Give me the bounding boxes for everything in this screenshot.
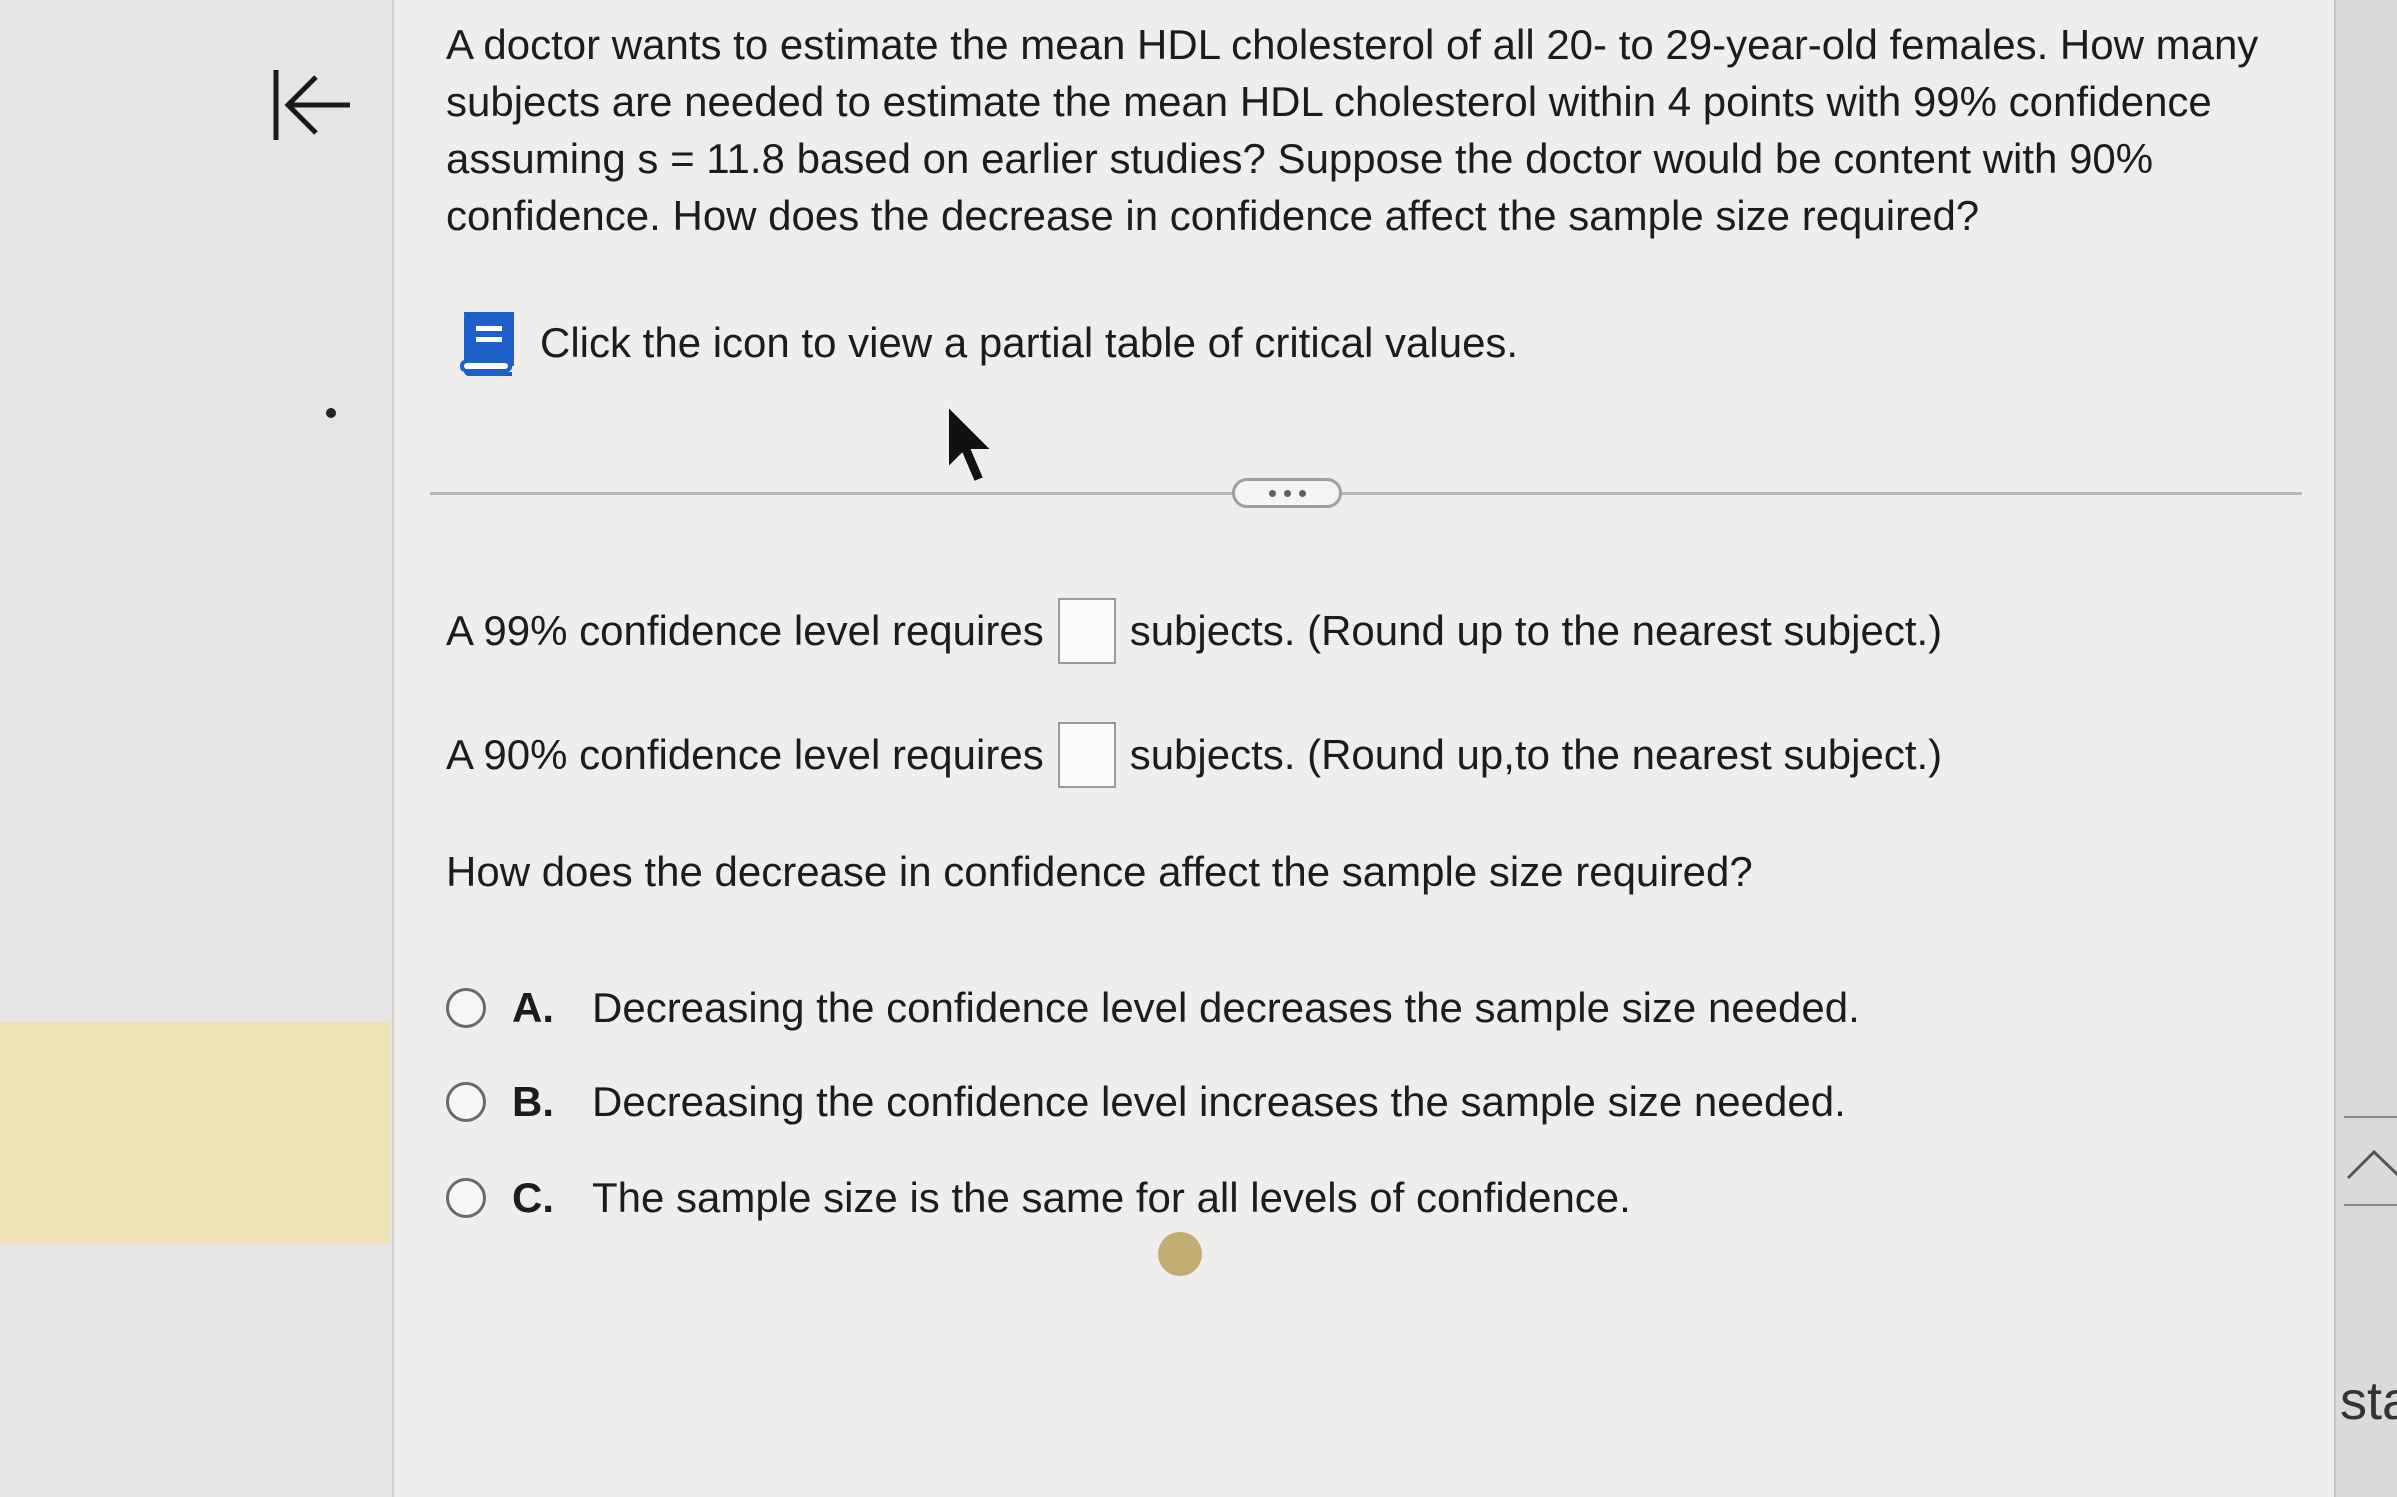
chevron-up-icon[interactable] bbox=[2344, 1116, 2397, 1206]
dot-icon bbox=[1268, 489, 1276, 497]
collapse-left-arrow-icon[interactable] bbox=[268, 60, 358, 150]
selected-item-highlight[interactable] bbox=[0, 1022, 390, 1244]
left-panel bbox=[0, 0, 394, 1497]
dot-icon bbox=[1298, 489, 1306, 497]
mouse-cursor-icon bbox=[947, 404, 995, 484]
question-paragraph: A doctor wants to estimate the mean HDL … bbox=[446, 21, 2259, 239]
radio-button[interactable] bbox=[446, 1082, 486, 1122]
bullet-dot bbox=[326, 408, 336, 418]
answer-row-90-prefix: A 90% confidence level requires bbox=[446, 731, 1044, 778]
option-c[interactable]: C. The sample size is the same for all l… bbox=[446, 1174, 1631, 1222]
screen-smudge bbox=[1158, 1232, 1202, 1276]
answer-row-99-suffix: subjects. (Round up to the nearest subje… bbox=[1129, 607, 1943, 654]
right-side-panel: sta bbox=[2334, 0, 2397, 1497]
critical-values-link[interactable]: Click the icon to view a partial table o… bbox=[454, 310, 1518, 376]
answer-row-99-prefix: A 99% confidence level requires bbox=[446, 607, 1044, 654]
option-letter: A. bbox=[512, 984, 554, 1031]
question-text: A doctor wants to estimate the mean HDL … bbox=[446, 16, 2286, 244]
question-panel: A doctor wants to estimate the mean HDL … bbox=[394, 0, 2334, 1497]
book-icon[interactable] bbox=[454, 310, 518, 376]
option-b[interactable]: B. Decreasing the confidence level incre… bbox=[446, 1078, 1846, 1126]
dot-icon bbox=[1283, 489, 1291, 497]
answer-row-90-suffix: subjects. (Round up,to the nearest subje… bbox=[1129, 731, 1943, 778]
option-a[interactable]: A. Decreasing the confidence level decre… bbox=[446, 984, 1860, 1032]
radio-button[interactable] bbox=[446, 1178, 486, 1218]
option-letter: C. bbox=[512, 1174, 554, 1221]
follow-up-prompt: How does the decrease in confidence affe… bbox=[446, 848, 1753, 895]
critical-values-link-text[interactable]: Click the icon to view a partial table o… bbox=[540, 319, 1518, 367]
option-text: Decreasing the confidence level increase… bbox=[592, 1078, 1846, 1125]
section-divider bbox=[430, 492, 2302, 495]
answer-row-90: A 90% confidence level requires subjects… bbox=[446, 722, 1942, 788]
right-panel-text: sta bbox=[2340, 1371, 2397, 1431]
option-text: The sample size is the same for all leve… bbox=[592, 1174, 1631, 1221]
answer-input-90[interactable] bbox=[1057, 722, 1116, 788]
radio-button[interactable] bbox=[446, 988, 486, 1028]
answer-row-99: A 99% confidence level requires subjects… bbox=[446, 598, 1942, 664]
option-letter: B. bbox=[512, 1078, 554, 1125]
option-text: Decreasing the confidence level decrease… bbox=[592, 984, 1860, 1031]
answer-input-99[interactable] bbox=[1057, 598, 1116, 664]
expand-handle-button[interactable] bbox=[1232, 478, 1342, 508]
